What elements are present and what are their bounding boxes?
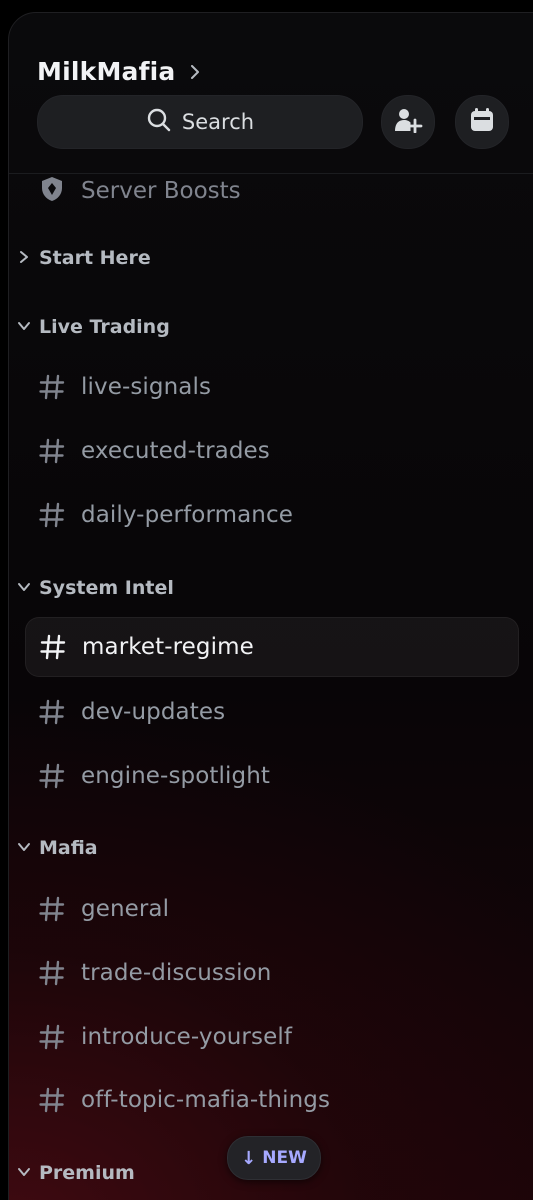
channel-introduce-yourself[interactable]: introduce-yourself	[25, 1007, 519, 1067]
hashtag-icon	[39, 960, 65, 986]
arrow-down-icon: ↓	[241, 1147, 257, 1169]
hashtag-icon	[39, 1024, 65, 1050]
server-boosts-label: Server Boosts	[81, 178, 241, 204]
calendar-events-icon	[468, 106, 496, 138]
channel-label: off-topic-mafia-things	[81, 1087, 331, 1113]
search-button[interactable]: Search	[37, 95, 363, 149]
channel-label: executed-trades	[81, 438, 270, 464]
category-label: Live Trading	[39, 316, 170, 338]
hashtag-icon	[40, 634, 66, 660]
search-icon	[146, 107, 172, 137]
chevron-down-icon	[17, 1164, 31, 1183]
new-messages-pill[interactable]: ↓ NEW	[227, 1136, 321, 1180]
category-label: Premium	[39, 1162, 135, 1184]
hashtag-icon	[39, 699, 65, 725]
category-premium[interactable]: Premium	[17, 1158, 135, 1188]
channel-label: live-signals	[81, 374, 212, 400]
channel-label: introduce-yourself	[81, 1024, 293, 1050]
hashtag-icon	[39, 896, 65, 922]
new-label: NEW	[262, 1148, 307, 1168]
server-name: MilkMafia	[37, 57, 176, 86]
channel-dev-updates[interactable]: dev-updates	[25, 682, 519, 742]
channel-label: dev-updates	[81, 699, 226, 725]
server-boosts-item[interactable]: Server Boosts	[41, 169, 241, 213]
channel-market-regime[interactable]: market-regime	[25, 617, 519, 677]
channel-label: market-regime	[82, 634, 254, 660]
chevron-down-icon	[17, 579, 31, 598]
category-live-trading[interactable]: Live Trading	[17, 312, 170, 342]
search-label: Search	[181, 110, 255, 134]
chevron-right-icon	[17, 249, 31, 268]
chevron-down-icon	[17, 318, 31, 337]
channel-label: trade-discussion	[81, 960, 272, 986]
boost-shield-icon	[41, 176, 63, 206]
channel-sidebar: MilkMafia Search Server Boosts Start Her…	[8, 12, 533, 1200]
category-label: Start Here	[39, 247, 151, 269]
hashtag-icon	[39, 502, 65, 528]
chevron-right-icon	[188, 64, 202, 79]
channel-label: daily-performance	[81, 502, 293, 528]
category-label: Mafia	[39, 837, 98, 859]
events-button[interactable]	[455, 95, 509, 149]
channel-label: general	[81, 896, 170, 922]
app-frame: MilkMafia Search Server Boosts Start Her…	[0, 0, 533, 1200]
category-label: System Intel	[39, 577, 174, 599]
hashtag-icon	[39, 763, 65, 789]
channel-engine-spotlight[interactable]: engine-spotlight	[25, 746, 519, 806]
channel-trade-discussion[interactable]: trade-discussion	[25, 943, 519, 1003]
category-system-intel[interactable]: System Intel	[17, 573, 174, 603]
chevron-down-icon	[17, 839, 31, 858]
hashtag-icon	[39, 1087, 65, 1113]
channel-off-topic-mafia-things[interactable]: off-topic-mafia-things	[25, 1070, 519, 1130]
channel-daily-performance[interactable]: daily-performance	[25, 485, 519, 545]
channel-label: engine-spotlight	[81, 763, 270, 789]
hashtag-icon	[39, 438, 65, 464]
channel-live-signals[interactable]: live-signals	[25, 357, 519, 417]
channel-executed-trades[interactable]: executed-trades	[25, 421, 519, 481]
add-member-icon	[393, 107, 423, 137]
invite-members-button[interactable]	[381, 95, 435, 149]
channel-general[interactable]: general	[25, 879, 519, 939]
server-header[interactable]: MilkMafia	[37, 57, 202, 86]
hashtag-icon	[39, 374, 65, 400]
category-mafia[interactable]: Mafia	[17, 833, 98, 863]
category-start-here[interactable]: Start Here	[17, 243, 151, 273]
